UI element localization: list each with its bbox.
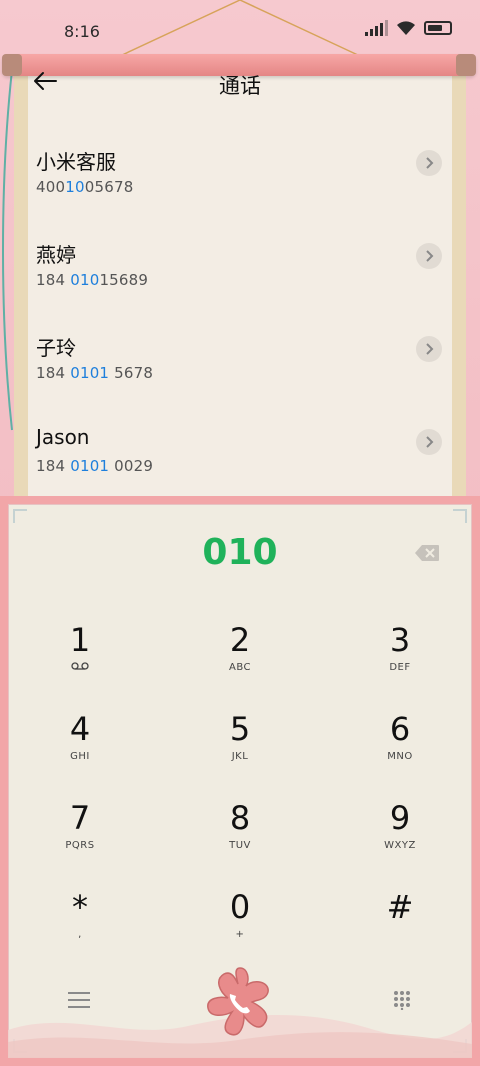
key-digit: 1: [69, 621, 91, 659]
key-letters: +: [235, 929, 245, 940]
key-letters: MNO: [387, 751, 413, 762]
decor-line: [2, 69, 13, 431]
key-letters: TUV: [229, 840, 251, 851]
key-letters: JKL: [231, 751, 249, 762]
contact-detail-button[interactable]: [416, 243, 442, 269]
contact-detail-button[interactable]: [416, 150, 442, 176]
key-digit: 2: [229, 621, 251, 659]
key-letters: ABC: [228, 662, 251, 673]
key-digit: 8: [229, 799, 251, 837]
key-digit: 6: [389, 710, 411, 748]
voicemail-icon: [20, 662, 140, 673]
chevron-right-icon: [426, 157, 434, 169]
key-letters: WXYZ: [384, 840, 416, 851]
battery-icon: [424, 21, 452, 35]
page-title: 通话: [219, 74, 261, 98]
status-time: 8:16: [64, 22, 100, 41]
chevron-right-icon: [426, 250, 434, 262]
list-item[interactable]: 燕婷 184 01015689: [36, 233, 448, 326]
dialpad-icon: [394, 991, 410, 1011]
contact-list: 小米客服 4001005678 燕婷 184 01015689 子玲 184 0…: [36, 140, 448, 512]
key-3[interactable]: 3 DEF: [340, 620, 460, 700]
key-letters: GHI: [70, 751, 90, 762]
key-digit: #: [386, 888, 414, 926]
key-letters: ,: [78, 929, 82, 940]
corner-ornament: [453, 1039, 467, 1053]
key-digit: 0: [229, 888, 251, 926]
key-digit: 7: [69, 799, 91, 837]
corner-ornament: [13, 1039, 27, 1053]
list-item[interactable]: 小米客服 4001005678: [36, 140, 448, 233]
phone-icon: [207, 967, 269, 1036]
chevron-right-icon: [426, 343, 434, 355]
key-digit: 5: [229, 710, 251, 748]
contact-number: 184 0101 5678: [36, 364, 154, 382]
list-item[interactable]: 子玲 184 0101 5678: [36, 326, 448, 419]
key-2[interactable]: 2 ABC: [180, 620, 300, 700]
dialpad-toggle-button[interactable]: [392, 990, 412, 1011]
contact-name: 燕婷: [36, 243, 76, 267]
key-5[interactable]: 5 JKL: [180, 709, 300, 789]
key-1[interactable]: 1: [20, 620, 140, 700]
status-icons: [365, 20, 452, 36]
key-digit: *: [72, 888, 88, 926]
contact-name: 子玲: [36, 336, 76, 360]
backspace-icon: [415, 545, 439, 561]
menu-icon: [68, 992, 90, 1008]
contact-detail-button[interactable]: [416, 336, 442, 362]
corner-ornament: [453, 509, 467, 523]
call-button[interactable]: [200, 962, 280, 1042]
contact-name: Jason: [36, 425, 90, 449]
contact-number: 4001005678: [36, 178, 134, 196]
chevron-right-icon: [426, 436, 434, 448]
key-digit: 3: [389, 621, 411, 659]
key-6[interactable]: 6 MNO: [340, 709, 460, 789]
key-9[interactable]: 9 WXYZ: [340, 798, 460, 878]
key-8[interactable]: 8 TUV: [180, 798, 300, 878]
backspace-button[interactable]: [414, 544, 440, 562]
key-star[interactable]: * ,: [20, 887, 140, 967]
dialed-number: 010: [202, 532, 278, 573]
wifi-icon: [397, 21, 415, 35]
corner-ornament: [13, 509, 27, 523]
key-digit: 4: [69, 710, 91, 748]
signal-icon: [365, 20, 388, 36]
key-hash[interactable]: #: [340, 887, 460, 967]
contact-detail-button[interactable]: [416, 429, 442, 455]
key-letters: PQRS: [65, 840, 95, 851]
contact-name: 小米客服: [36, 150, 116, 174]
key-letters: DEF: [389, 662, 411, 673]
menu-button[interactable]: [68, 992, 90, 1010]
status-bar: 8:16: [0, 0, 480, 58]
key-4[interactable]: 4 GHI: [20, 709, 140, 789]
key-0[interactable]: 0 +: [180, 887, 300, 967]
key-7[interactable]: 7 PQRS: [20, 798, 140, 878]
key-digit: 9: [389, 799, 411, 837]
contact-number: 184 01015689: [36, 271, 149, 289]
contact-number: 184 0101 0029: [36, 457, 154, 475]
